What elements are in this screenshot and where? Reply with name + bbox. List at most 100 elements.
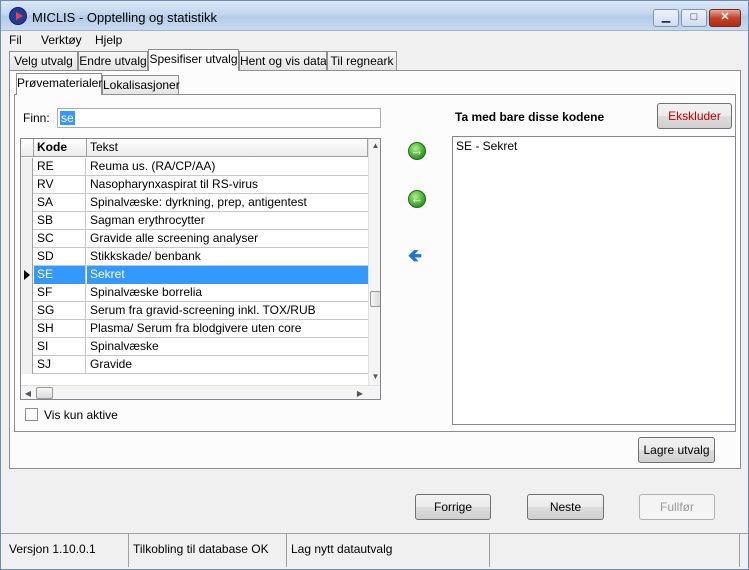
app-logo-icon bbox=[9, 7, 27, 25]
maximize-button[interactable]: □ bbox=[681, 9, 707, 27]
minimize-button[interactable]: ▁ bbox=[653, 9, 679, 27]
status-connection: Tilkobling til database OK bbox=[129, 534, 287, 567]
cell-kode: SB bbox=[34, 212, 86, 230]
table-row[interactable]: SG Serum fra gravid-screening inkl. TOX/… bbox=[21, 302, 368, 320]
window-title: MICLIS - Opptelling og statistikk bbox=[32, 10, 217, 25]
cell-kode: SJ bbox=[34, 356, 86, 374]
table-header: Kode Tekst bbox=[21, 139, 368, 157]
status-bar: Versjon 1.10.0.1 Tilkobling til database… bbox=[1, 533, 748, 569]
scroll-down-arrow-icon[interactable]: ▼ bbox=[369, 370, 380, 384]
scroll-left-arrow-icon[interactable]: ◀ bbox=[21, 386, 35, 399]
menu-verktoy[interactable]: Verktøy bbox=[41, 33, 82, 47]
close-button[interactable]: ✕ bbox=[709, 9, 741, 27]
cell-kode: SC bbox=[34, 230, 86, 248]
status-action: Lag nytt datautvalg bbox=[287, 534, 490, 567]
current-row-arrow-icon bbox=[24, 270, 30, 280]
table-vertical-scrollbar[interactable]: ▲ ▼ bbox=[368, 139, 380, 385]
cell-kode: SI bbox=[34, 338, 86, 356]
cell-tekst: Plasma/ Serum fra blodgivere uten core bbox=[90, 321, 302, 335]
tab-lokalisasjoner[interactable]: Lokalisasjoner bbox=[102, 75, 180, 95]
row-indicator bbox=[21, 158, 33, 176]
inner-tab-panel: Finn: se Kode Tekst RE Reuma us. (RA/CP/… bbox=[14, 94, 736, 432]
status-version: Versjon 1.10.0.1 bbox=[7, 534, 129, 567]
cell-tekst: Sagman erythrocytter bbox=[90, 213, 205, 227]
cell-kode: SD bbox=[34, 248, 86, 266]
cell-tekst: Spinalvæske borrelia bbox=[90, 285, 203, 299]
tab-endre-utvalg[interactable]: Endre utvalg bbox=[78, 51, 148, 71]
cell-tekst: Gravide alle screening analyser bbox=[90, 231, 259, 245]
row-indicator bbox=[21, 302, 33, 320]
status-extra bbox=[490, 534, 740, 567]
row-indicator-header bbox=[21, 139, 34, 157]
table-row[interactable]: SB Sagman erythrocytter bbox=[21, 212, 368, 230]
app-window: MICLIS - Opptelling og statistikk ▁ □ ✕ … bbox=[0, 0, 749, 570]
row-indicator bbox=[21, 356, 33, 374]
menu-bar: Fil Verktøy Hjelp bbox=[1, 31, 748, 49]
table-row[interactable]: SJ Gravide bbox=[21, 356, 368, 374]
tab-hent-og-vis-data[interactable]: Hent og vis data bbox=[239, 51, 327, 71]
table-row[interactable]: SF Spinalvæske borrelia bbox=[21, 284, 368, 302]
cell-tekst: Reuma us. (RA/CP/AA) bbox=[90, 159, 216, 173]
scroll-right-arrow-icon[interactable]: ▶ bbox=[353, 386, 367, 399]
add-code-button[interactable]: → bbox=[408, 142, 426, 160]
arrow-right-icon: → bbox=[410, 143, 424, 158]
list-item[interactable]: SE - Sekret bbox=[456, 139, 732, 153]
table-row[interactable]: RV Nasopharynxaspirat til RS-virus bbox=[21, 176, 368, 194]
row-indicator bbox=[21, 194, 33, 212]
cell-kode: SH bbox=[34, 320, 86, 338]
table-horizontal-scrollbar[interactable]: ◀ ▶ bbox=[21, 385, 380, 399]
menu-fil[interactable]: Fil bbox=[9, 33, 22, 47]
search-input-value: se bbox=[60, 111, 75, 125]
cell-tekst: Nasopharynxaspirat til RS-virus bbox=[90, 177, 259, 191]
cell-tekst: Stikkskade/ benbank bbox=[90, 249, 201, 263]
horizontal-scroll-thumb[interactable] bbox=[36, 387, 53, 399]
table-row[interactable]: SI Spinalvæske bbox=[21, 338, 368, 356]
table-row[interactable]: RE Reuma us. (RA/CP/AA) bbox=[21, 158, 368, 176]
vertical-scroll-thumb[interactable] bbox=[370, 291, 380, 307]
row-indicator bbox=[21, 320, 33, 338]
cell-kode: RE bbox=[34, 158, 86, 176]
cell-tekst: Serum fra gravid-screening inkl. TOX/RUB bbox=[90, 303, 316, 317]
column-header-tekst[interactable]: Tekst bbox=[87, 139, 368, 157]
vis-kun-aktive-label[interactable]: Vis kun aktive bbox=[44, 408, 118, 422]
lagre-utvalg-button[interactable]: Lagre utvalg bbox=[638, 437, 715, 463]
arrow-left-icon: ← bbox=[410, 191, 424, 206]
tab-til-regneark[interactable]: Til regneark bbox=[327, 51, 397, 71]
table-row[interactable]: SD Stikkskade/ benbank bbox=[21, 248, 368, 266]
tab-velg-utvalg[interactable]: Velg utvalg bbox=[9, 51, 78, 71]
neste-button[interactable]: Neste bbox=[527, 494, 604, 520]
table-row-selected[interactable]: SE Sekret bbox=[21, 266, 368, 284]
row-indicator bbox=[21, 212, 33, 230]
row-indicator bbox=[21, 338, 33, 356]
row-indicator bbox=[21, 266, 33, 284]
cell-tekst: Spinalvæske: dyrkning, prep, antigentest bbox=[90, 195, 307, 209]
cell-kode: RV bbox=[34, 176, 86, 194]
scroll-up-arrow-icon[interactable]: ▲ bbox=[369, 139, 380, 153]
table-row[interactable]: SH Plasma/ Serum fra blodgivere uten cor… bbox=[21, 320, 368, 338]
row-indicator bbox=[21, 248, 33, 266]
search-label: Finn: bbox=[23, 111, 50, 125]
ekskluder-button[interactable]: Ekskluder bbox=[657, 103, 732, 129]
code-table: Kode Tekst RE Reuma us. (RA/CP/AA) RV Na… bbox=[20, 138, 381, 400]
row-indicator bbox=[21, 176, 33, 194]
menu-hjelp[interactable]: Hjelp bbox=[95, 33, 122, 47]
remove-code-button[interactable]: ← bbox=[408, 190, 426, 208]
tab-spesifiser-utvalg[interactable]: Spesifiser utvalg bbox=[148, 49, 239, 71]
table-row[interactable]: SA Spinalvæske: dyrkning, prep, antigent… bbox=[21, 194, 368, 212]
outer-tab-panel: Prøvematerialer Lokalisasjoner Finn: se … bbox=[9, 70, 741, 469]
forrige-button[interactable]: Forrige bbox=[415, 494, 491, 520]
move-left-button[interactable]: 🡸 bbox=[408, 246, 426, 265]
search-input[interactable]: se bbox=[57, 108, 381, 128]
cell-kode: SE bbox=[34, 266, 86, 284]
cell-tekst: Gravide bbox=[90, 357, 133, 371]
included-codes-list[interactable]: SE - Sekret bbox=[452, 136, 736, 425]
cell-kode: SF bbox=[34, 284, 86, 302]
include-codes-heading: Ta med bare disse kodene bbox=[455, 110, 605, 124]
vis-kun-aktive-checkbox[interactable] bbox=[25, 408, 38, 421]
column-header-kode[interactable]: Kode bbox=[34, 139, 87, 157]
tab-provematerialer[interactable]: Prøvematerialer bbox=[16, 73, 102, 95]
blue-arrow-left-icon: 🡸 bbox=[408, 246, 422, 265]
cell-kode: SA bbox=[34, 194, 86, 212]
cell-tekst: Spinalvæske bbox=[90, 339, 159, 353]
table-row[interactable]: SC Gravide alle screening analyser bbox=[21, 230, 368, 248]
